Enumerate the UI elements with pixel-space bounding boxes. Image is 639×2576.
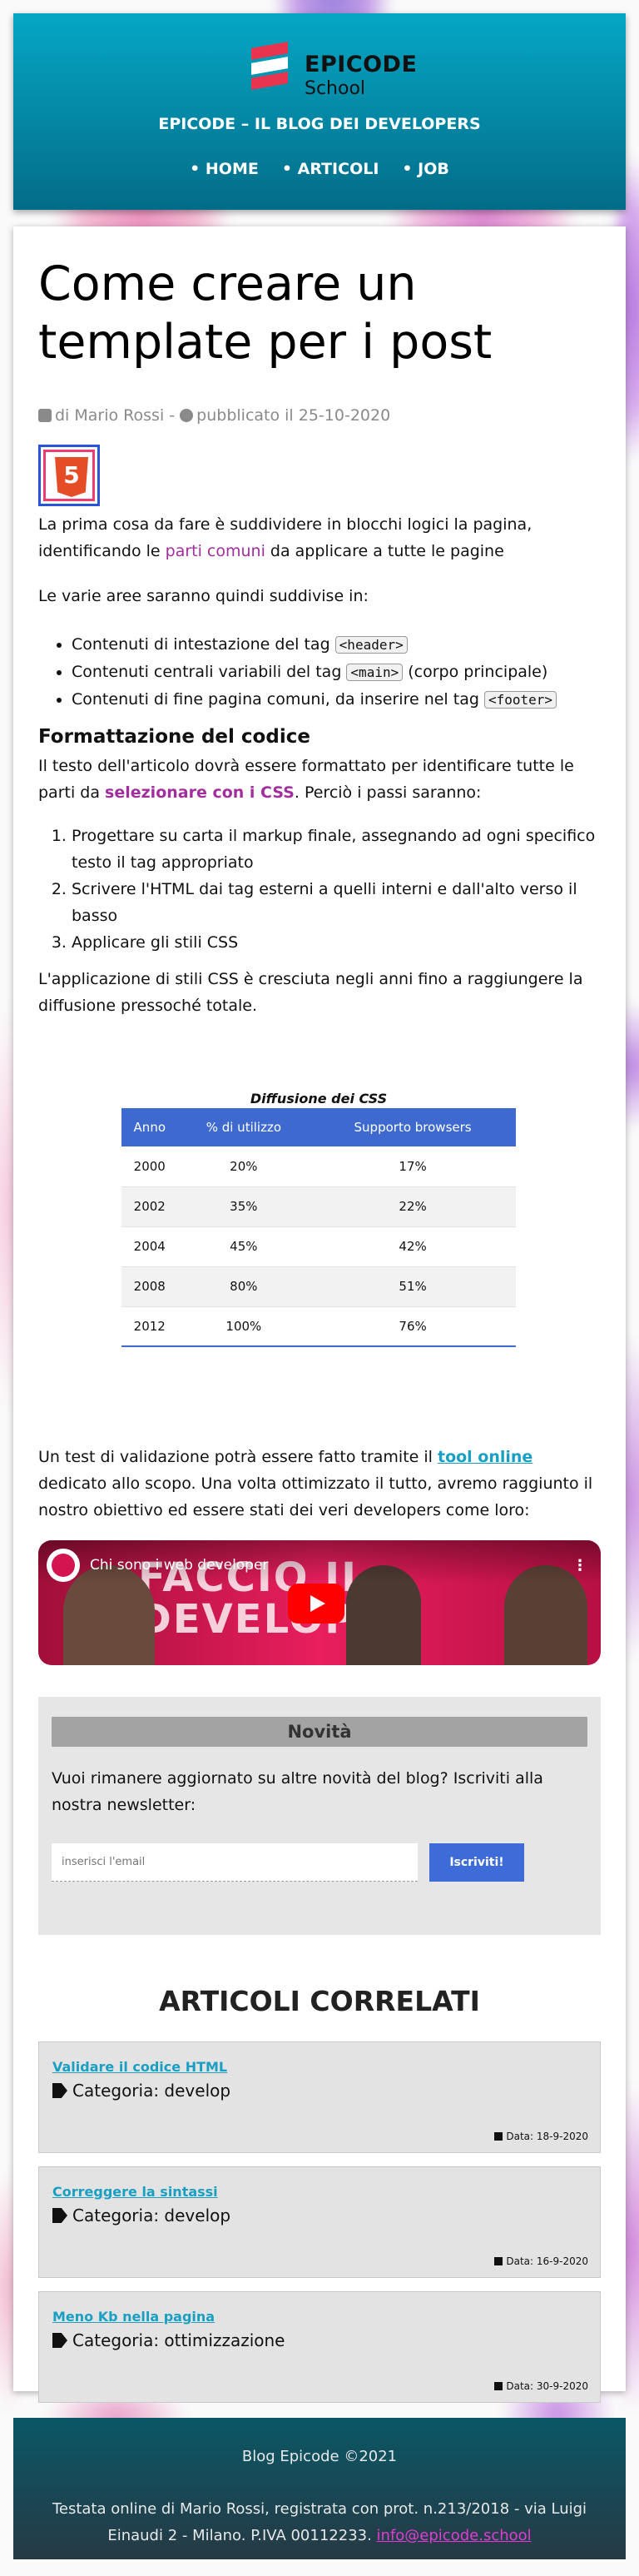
logo-title: EPICODE <box>305 52 418 77</box>
format-paragraph: Il testo dell'articolo dovrà essere form… <box>38 757 574 802</box>
related-link[interactable]: Validare il codice HTML <box>52 2059 227 2075</box>
nav-articoli[interactable]: ARTICOLI <box>282 160 379 178</box>
list-item: Applicare gli stili CSS <box>72 929 604 956</box>
table-row: 2012 100% 76% <box>121 1306 516 1347</box>
related-category: Categoria: ottimizzazione <box>72 2330 285 2350</box>
tool-online-link[interactable]: tool online <box>438 1448 532 1466</box>
play-icon[interactable] <box>288 1584 344 1624</box>
list-item: Contenuti di fine pagina comuni, da inse… <box>72 686 604 714</box>
video-title[interactable]: Chi sono i web developer <box>90 1557 268 1574</box>
blog-title: EPICODE – IL BLOG DEI DEVELOPERS <box>158 115 481 133</box>
selezionare-css-link[interactable]: selezionare con i CSS <box>105 783 295 802</box>
related-date: Data: 18-9-2020 <box>506 2131 588 2142</box>
table-caption: Diffusione dei CSS <box>250 1091 388 1106</box>
clock-icon <box>180 409 194 422</box>
table-row: 2004 45% 42% <box>121 1226 516 1267</box>
logo-subtitle: School <box>305 78 366 99</box>
channel-avatar[interactable] <box>47 1549 80 1582</box>
newsletter-box: Novità Vuoi rimanere aggiornato su altre… <box>38 1697 601 1935</box>
intro-paragraph: La prima cosa da fare è suddividere in b… <box>38 515 532 560</box>
table-header: % di utilizzo <box>177 1108 310 1146</box>
related-category: Categoria: develop <box>72 2081 231 2101</box>
html5-icon: 5 <box>38 445 100 506</box>
table-header: Supporto browsers <box>310 1108 516 1146</box>
related-link[interactable]: Meno Kb nella pagina <box>52 2309 215 2325</box>
tag-icon <box>52 2333 67 2348</box>
related-article: Validare il codice HTML Categoria: devel… <box>38 2041 601 2153</box>
code-tag: <header> <box>334 636 408 654</box>
section-heading: Formattazione del codice <box>38 726 310 748</box>
tag-icon <box>52 2208 67 2223</box>
nav-home[interactable]: HOME <box>190 160 259 178</box>
epicode-logo-mark-icon <box>251 42 288 92</box>
newsletter-heading: Novità <box>52 1717 587 1747</box>
article-card: Come creare un template per i post di Ma… <box>13 226 626 2403</box>
code-tag: <footer> <box>483 691 557 709</box>
css-table: Diffusione dei CSS Anno % di utilizzo Su… <box>121 1091 516 1347</box>
steps-list: Progettare su carta il markup finale, as… <box>72 823 604 956</box>
related-category: Categoria: develop <box>72 2206 231 2225</box>
related-date: Data: 16-9-2020 <box>506 2255 588 2267</box>
youtube-video-embed[interactable]: FACCIO IL DEVELOPER Chi sono i web devel… <box>38 1540 601 1665</box>
parti-comuni-link[interactable]: parti comuni <box>166 542 265 560</box>
areas-intro: Le varie aree saranno quindi suddivise i… <box>38 587 369 605</box>
list-item: Contenuti centrali variabili del tag <ma… <box>72 659 604 686</box>
epicode-logo[interactable]: EPICODE School <box>251 38 418 99</box>
more-options-icon[interactable]: ⋮ <box>572 1557 587 1574</box>
pencil-icon <box>38 409 52 422</box>
footer-email-link[interactable]: info@epicode.school <box>377 2527 532 2544</box>
related-article: Meno Kb nella pagina Categoria: ottimizz… <box>38 2291 601 2403</box>
nav-job[interactable]: JOB <box>402 160 449 178</box>
table-row: 2002 35% 22% <box>121 1186 516 1227</box>
email-field[interactable] <box>52 1843 418 1882</box>
list-item: Scrivere l'HTML dai tag esterni a quelli… <box>72 876 604 929</box>
code-tag: <main> <box>346 664 404 681</box>
site-header: EPICODE School EPICODE – IL BLOG DEI DEV… <box>13 13 626 210</box>
related-date: Data: 30-9-2020 <box>506 2380 588 2392</box>
list-item: Contenuti di intestazione del tag <heade… <box>72 631 604 659</box>
subscribe-button[interactable]: Iscriviti! <box>429 1843 524 1882</box>
newsletter-text: Vuoi rimanere aggiornato su altre novità… <box>52 1769 543 1814</box>
list-item: Progettare su carta il markup finale, as… <box>72 823 604 876</box>
site-footer: Blog Epicode ©2021 Testata online di Mar… <box>13 2418 626 2559</box>
table-row: 2000 20% 17% <box>121 1146 516 1187</box>
css-paragraph: L'applicazione di stili CSS è cresciuta … <box>38 970 583 1015</box>
table-header: Anno <box>121 1108 178 1146</box>
meta-separator: - <box>169 406 176 425</box>
calendar-icon <box>494 2257 503 2265</box>
calendar-icon <box>494 2382 503 2390</box>
post-date: pubblicato il 25-10-2020 <box>196 406 391 425</box>
footer-copyright: Blog Epicode ©2021 <box>241 2448 398 2465</box>
post-title: Come creare un template per i post <box>38 256 493 370</box>
validation-paragraph: Un test di validazione potrà essere fatt… <box>38 1448 593 1519</box>
areas-list: Contenuti di intestazione del tag <heade… <box>72 631 604 714</box>
related-article: Correggere la sintassi Categoria: develo… <box>38 2166 601 2278</box>
post-author: di Mario Rossi <box>55 406 165 425</box>
main-nav: HOME ARTICOLI JOB <box>13 160 626 178</box>
table-row: 2008 80% 51% <box>121 1266 516 1307</box>
footer-info: Testata online di Mario Rossi, registrat… <box>52 2500 587 2544</box>
related-link[interactable]: Correggere la sintassi <box>52 2184 218 2200</box>
calendar-icon <box>494 2132 503 2141</box>
tag-icon <box>52 2083 67 2098</box>
related-title: ARTICOLI CORRELATI <box>159 1985 480 2017</box>
post-meta: di Mario Rossi - pubblicato il 25-10-202… <box>38 406 390 425</box>
